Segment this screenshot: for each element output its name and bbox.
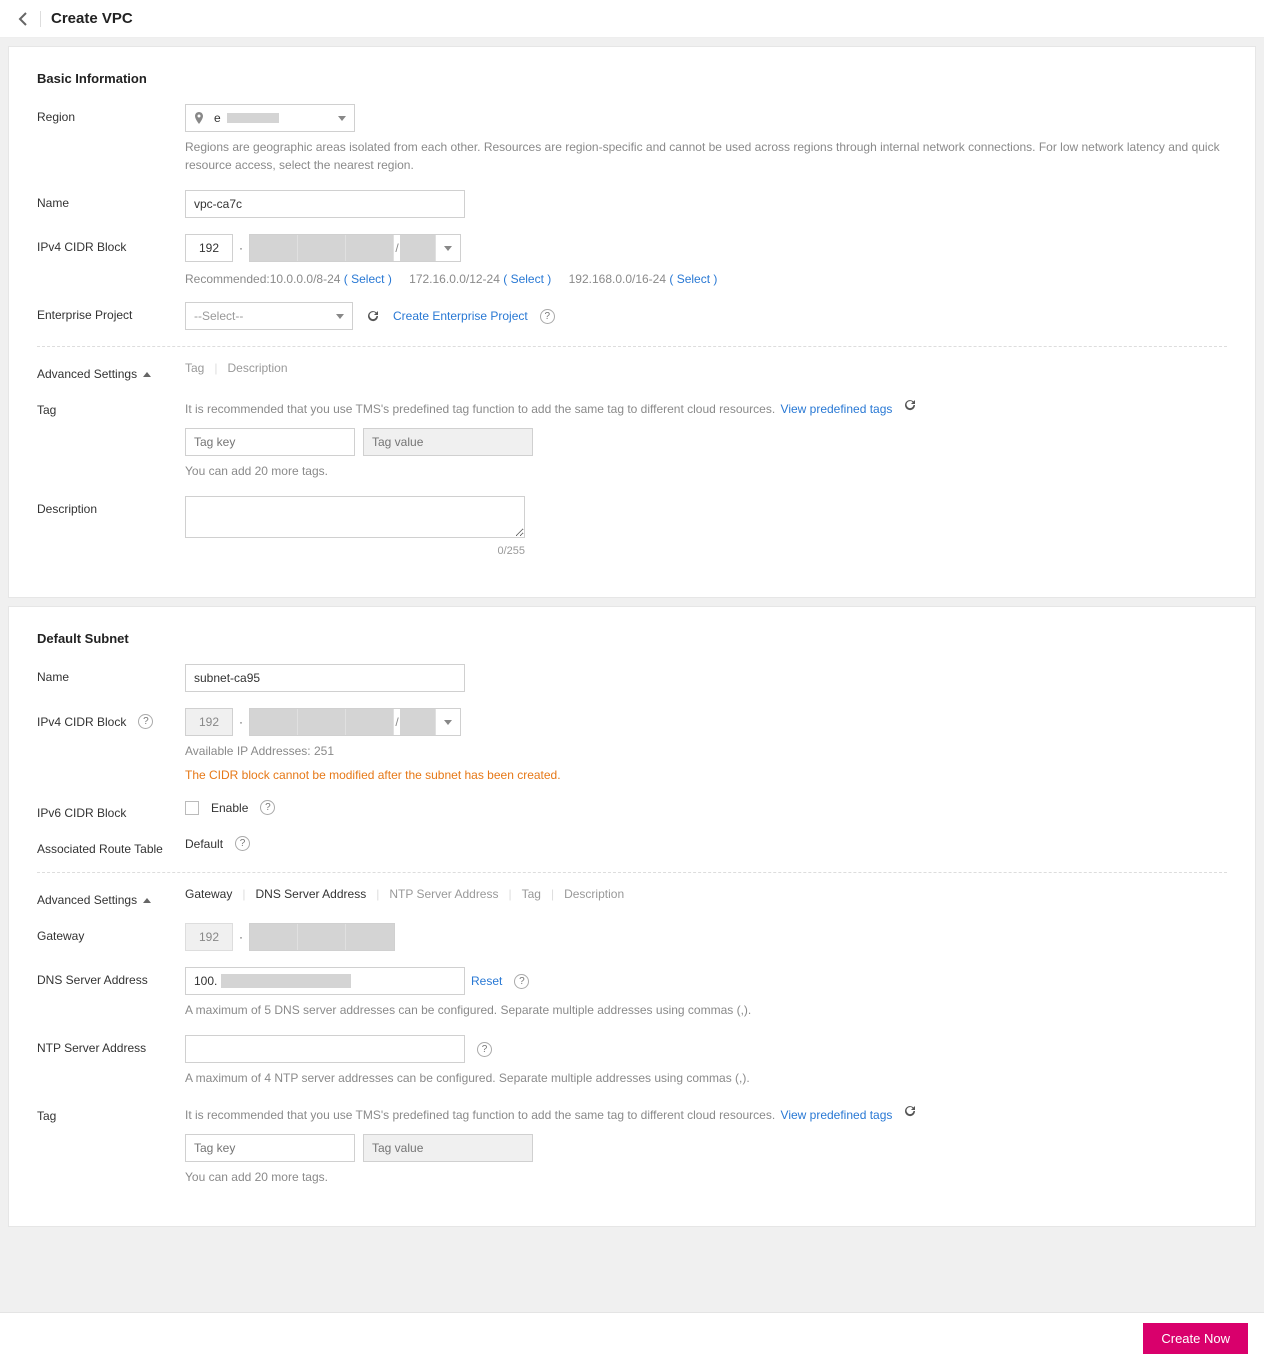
region-value-prefix: e [214,111,221,125]
ntp-hint: A maximum of 4 NTP server addresses can … [185,1069,1227,1087]
pin-icon [194,112,204,124]
subnet-adv-pills: Gateway| DNS Server Address| NTP Server … [185,887,1227,901]
vpc-tag-label: Tag [37,397,185,417]
subnet-name-label: Name [37,664,185,684]
vpc-cidr-octet-1[interactable] [185,234,233,262]
caret-down-icon [338,116,346,121]
help-icon[interactable]: ? [260,800,275,815]
ipv6-enable-checkbox[interactable] [185,801,199,815]
ntp-label: NTP Server Address [37,1035,185,1055]
caret-down-icon [336,314,344,319]
help-icon[interactable]: ? [477,1042,492,1057]
help-icon[interactable]: ? [138,714,153,729]
gateway-label: Gateway [37,923,185,943]
footer-bar: Create Now [0,1312,1264,1364]
refresh-icon[interactable] [902,397,918,413]
caret-down-icon [444,720,452,725]
subnet-panel: Default Subnet Name IPv4 CIDR Block ? · [8,606,1256,1227]
subnet-ipv6-label: IPv6 CIDR Block [37,800,185,820]
route-table-label: Associated Route Table [37,836,185,856]
region-label: Region [37,104,185,124]
vpc-tag-count: You can add 20 more tags. [185,462,1227,480]
vpc-cidr-label: IPv4 CIDR Block [37,234,185,254]
create-ep-link[interactable]: Create Enterprise Project [393,309,528,323]
subnet-tag-key-input[interactable] [185,1134,355,1162]
region-select[interactable]: e [185,104,355,132]
subnet-tag-label: Tag [37,1103,185,1123]
vpc-adv-toggle[interactable]: Advanced Settings [37,367,151,381]
subnet-tag-value-input[interactable] [363,1134,533,1162]
vpc-name-label: Name [37,190,185,210]
subnet-name-input[interactable] [185,664,465,692]
refresh-icon[interactable] [902,1103,918,1119]
vpc-view-tags-link[interactable]: View predefined tags [781,402,893,416]
dns-label: DNS Server Address [37,967,185,987]
subnet-cidr-label: IPv4 CIDR Block ? [37,708,185,729]
subnet-cidr-rest[interactable]: / [249,708,461,736]
subnet-cidr-octet-1 [185,708,233,736]
subnet-avail-ip: Available IP Addresses: 251 [185,742,1227,760]
vpc-tag-key-input[interactable] [185,428,355,456]
vpc-desc-label: Description [37,496,185,516]
gateway-octet-1 [185,923,233,951]
cidr-select-1[interactable]: ( Select ) [344,272,392,286]
help-icon[interactable]: ? [235,836,250,851]
header-divider [40,11,41,27]
vpc-desc-counter: 0/255 [185,545,525,557]
caret-up-icon [143,372,151,377]
caret-up-icon [143,898,151,903]
cidr-select-2[interactable]: ( Select ) [503,272,551,286]
subnet-section-title: Default Subnet [37,631,1227,646]
vpc-adv-pills: Tag|Description [185,361,1227,375]
ntp-input[interactable] [185,1035,465,1063]
caret-down-icon [444,246,452,251]
vpc-name-input[interactable] [185,190,465,218]
ep-label: Enterprise Project [37,302,185,322]
dns-reset-link[interactable]: Reset [471,974,502,988]
subnet-adv-toggle[interactable]: Advanced Settings [37,893,151,907]
subnet-tag-count: You can add 20 more tags. [185,1168,1227,1186]
ep-select[interactable]: --Select-- [185,302,353,330]
help-icon[interactable]: ? [514,974,529,989]
subnet-cidr-warning: The CIDR block cannot be modified after … [185,766,1227,784]
cidr-select-3[interactable]: ( Select ) [669,272,717,286]
route-table-value: Default [185,837,223,851]
vpc-cidr-rest[interactable]: / [249,234,461,262]
vpc-tag-value-input[interactable] [363,428,533,456]
region-value-blur [227,113,279,123]
cidr-recommend: Recommended:10.0.0.0/8-24 ( Select ) 172… [185,272,1227,286]
back-icon[interactable] [16,11,32,27]
help-icon[interactable]: ? [540,309,555,324]
subnet-view-tags-link[interactable]: View predefined tags [781,1108,893,1122]
dns-hint: A maximum of 5 DNS server addresses can … [185,1001,1227,1019]
page-title: Create VPC [51,10,133,27]
basic-section-title: Basic Information [37,71,1227,86]
vpc-desc-input[interactable] [185,496,525,538]
basic-info-panel: Basic Information Region e Regions are g… [8,46,1256,598]
dns-input[interactable]: 100. [185,967,465,995]
create-now-button[interactable]: Create Now [1143,1323,1248,1354]
refresh-icon[interactable] [365,308,381,324]
region-hint: Regions are geographic areas isolated fr… [185,138,1227,174]
ipv6-enable-text: Enable [211,801,248,815]
